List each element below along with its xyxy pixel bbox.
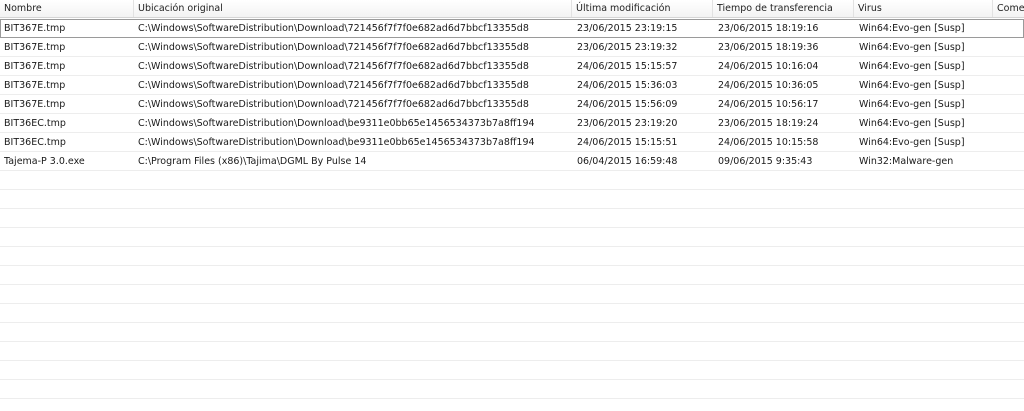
cell-virus: Win64:Evo-gen [Susp] — [859, 80, 965, 91]
cell-nombre: BIT367E.tmp — [4, 42, 66, 53]
cell-nombre: BIT367E.tmp — [4, 99, 66, 110]
cell-ultima-modificacion: 24/06/2015 15:56:09 — [577, 99, 678, 110]
cell-ultima-modificacion: 23/06/2015 23:19:32 — [577, 42, 678, 53]
empty-row — [0, 323, 1024, 342]
column-header-comentario[interactable]: Come — [993, 0, 1024, 17]
cell-nombre: BIT36EC.tmp — [4, 118, 66, 129]
cell-ubicacion: C:\Windows\SoftwareDistribution\Download… — [138, 61, 529, 72]
empty-row — [0, 247, 1024, 266]
column-header-bar: Nombre Ubicación original Última modific… — [0, 0, 1024, 18]
cell-tiempo-transferencia: 09/06/2015 9:35:43 — [718, 156, 813, 167]
empty-row — [0, 190, 1024, 209]
table-row[interactable]: BIT367E.tmp C:\Windows\SoftwareDistribut… — [0, 95, 1024, 114]
column-header-tiempo-de-transferencia[interactable]: Tiempo de transferencia — [713, 0, 854, 17]
quarantine-list[interactable]: Nombre Ubicación original Última modific… — [0, 0, 1024, 411]
empty-row — [0, 228, 1024, 247]
empty-row — [0, 304, 1024, 323]
cell-ultima-modificacion: 06/04/2015 16:59:48 — [577, 156, 678, 167]
empty-row — [0, 209, 1024, 228]
column-header-ubicacion-original[interactable]: Ubicación original — [134, 0, 572, 17]
cell-virus: Win64:Evo-gen [Susp] — [859, 118, 965, 129]
cell-nombre: BIT36EC.tmp — [4, 137, 66, 148]
cell-nombre: BIT367E.tmp — [4, 61, 66, 72]
cell-ultima-modificacion: 23/06/2015 23:19:20 — [577, 118, 678, 129]
cell-ultima-modificacion: 24/06/2015 15:15:57 — [577, 61, 678, 72]
list-body: BIT367E.tmp C:\Windows\SoftwareDistribut… — [0, 19, 1024, 399]
cell-tiempo-transferencia: 23/06/2015 18:19:16 — [718, 23, 819, 34]
table-row[interactable]: BIT367E.tmp C:\Windows\SoftwareDistribut… — [0, 38, 1024, 57]
cell-nombre: BIT367E.tmp — [4, 23, 66, 34]
table-row[interactable]: BIT367E.tmp C:\Windows\SoftwareDistribut… — [0, 76, 1024, 95]
cell-tiempo-transferencia: 24/06/2015 10:15:58 — [718, 137, 819, 148]
cell-ubicacion: C:\Windows\SoftwareDistribution\Download… — [138, 42, 529, 53]
empty-row — [0, 266, 1024, 285]
cell-ultima-modificacion: 24/06/2015 15:36:03 — [577, 80, 678, 91]
column-header-ultima-modificacion[interactable]: Última modificación — [572, 0, 713, 17]
cell-nombre: BIT367E.tmp — [4, 80, 66, 91]
cell-tiempo-transferencia: 24/06/2015 10:16:04 — [718, 61, 819, 72]
table-row[interactable]: BIT367E.tmp C:\Windows\SoftwareDistribut… — [0, 57, 1024, 76]
cell-virus: Win64:Evo-gen [Susp] — [859, 61, 965, 72]
cell-ubicacion: C:\Program Files (x86)\Tajima\DGML By Pu… — [138, 156, 367, 167]
cell-tiempo-transferencia: 24/06/2015 10:36:05 — [718, 80, 819, 91]
empty-row — [0, 361, 1024, 380]
cell-virus: Win32:Malware-gen — [859, 156, 954, 167]
cell-virus: Win64:Evo-gen [Susp] — [859, 42, 965, 53]
cell-ubicacion: C:\Windows\SoftwareDistribution\Download… — [138, 118, 535, 129]
cell-ultima-modificacion: 24/06/2015 15:15:51 — [577, 137, 678, 148]
cell-ubicacion: C:\Windows\SoftwareDistribution\Download… — [138, 23, 529, 34]
cell-virus: Win64:Evo-gen [Susp] — [859, 99, 965, 110]
empty-row — [0, 380, 1024, 399]
cell-ubicacion: C:\Windows\SoftwareDistribution\Download… — [138, 80, 529, 91]
empty-row — [0, 171, 1024, 190]
cell-ubicacion: C:\Windows\SoftwareDistribution\Download… — [138, 99, 529, 110]
table-row[interactable]: BIT367E.tmp C:\Windows\SoftwareDistribut… — [0, 19, 1024, 38]
cell-ubicacion: C:\Windows\SoftwareDistribution\Download… — [138, 137, 535, 148]
cell-tiempo-transferencia: 23/06/2015 18:19:36 — [718, 42, 819, 53]
table-row[interactable]: Tajema-P 3.0.exe C:\Program Files (x86)\… — [0, 152, 1024, 171]
cell-nombre: Tajema-P 3.0.exe — [4, 156, 85, 167]
empty-row — [0, 342, 1024, 361]
empty-row — [0, 285, 1024, 304]
table-row[interactable]: BIT36EC.tmp C:\Windows\SoftwareDistribut… — [0, 114, 1024, 133]
column-header-nombre[interactable]: Nombre — [0, 0, 134, 17]
column-header-virus[interactable]: Virus — [854, 0, 993, 17]
cell-virus: Win64:Evo-gen [Susp] — [859, 23, 965, 34]
cell-ultima-modificacion: 23/06/2015 23:19:15 — [577, 23, 678, 34]
cell-tiempo-transferencia: 23/06/2015 18:19:24 — [718, 118, 819, 129]
table-row[interactable]: BIT36EC.tmp C:\Windows\SoftwareDistribut… — [0, 133, 1024, 152]
cell-virus: Win64:Evo-gen [Susp] — [859, 137, 965, 148]
cell-tiempo-transferencia: 24/06/2015 10:56:17 — [718, 99, 819, 110]
